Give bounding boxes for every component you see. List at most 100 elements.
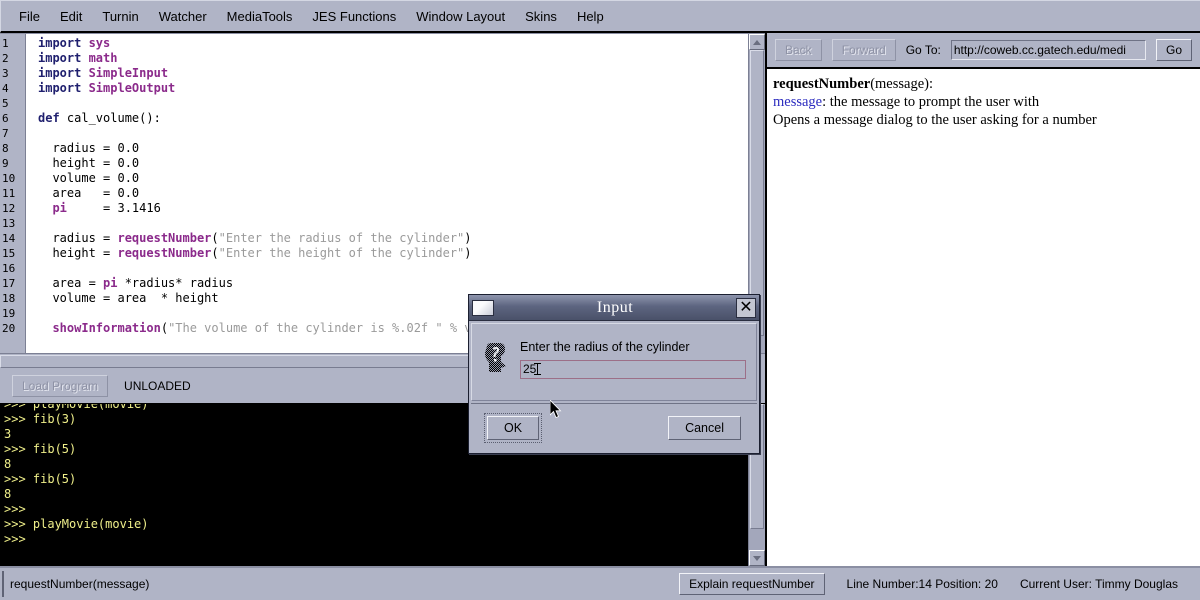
question-icon — [482, 342, 510, 374]
line-number: 6 — [2, 112, 9, 125]
code-token: pi — [38, 201, 67, 215]
code-token: volume = 0.0 — [38, 171, 140, 185]
code-line: import math — [38, 51, 748, 66]
code-line: import SimpleOutput — [38, 81, 748, 96]
console-line: 8 — [4, 457, 12, 471]
line-position-label: Line Number:14 Position: 20 — [846, 577, 998, 591]
code-line: import SimpleInput — [38, 66, 748, 81]
code-token: math — [88, 51, 118, 65]
line-number: 16 — [2, 262, 16, 275]
go-button[interactable]: Go — [1155, 39, 1192, 61]
dialog-fields: Enter the radius of the cylinder 25 — [520, 336, 746, 400]
code-line: height = 0.0 — [38, 156, 748, 171]
menu-item-skins[interactable]: Skins — [515, 6, 567, 27]
code-token: ( — [160, 321, 169, 335]
current-user-label: Current User: Timmy Douglas — [1019, 577, 1178, 591]
line-number-gutter: 1 2 3 4 5 6 7 8 9 10 11 12 13 14 15 16 17 18 19 20 — [0, 34, 26, 353]
menu-item-file[interactable]: File — [9, 6, 50, 27]
menu-item-edit[interactable]: Edit — [50, 6, 92, 27]
menu-item-watcher[interactable]: Watcher — [149, 6, 217, 27]
code-token: radius = — [38, 231, 118, 245]
code-token: "Enter the radius of the cylinder" — [218, 231, 465, 245]
jes-application-window: File Edit Turnin Watcher MediaTools JES … — [0, 0, 1200, 600]
menu-item-help[interactable]: Help — [567, 6, 614, 27]
code-line: height = requestNumber("Enter the height… — [38, 246, 748, 261]
code-token: import — [38, 66, 89, 80]
dialog-prompt: Enter the radius of the cylinder — [520, 340, 690, 354]
line-number: 19 — [2, 307, 16, 320]
line-number: 14 — [2, 232, 16, 245]
code-token: SimpleInput — [88, 66, 169, 80]
code-token: ( — [211, 231, 219, 245]
code-token: ) — [464, 246, 472, 260]
scroll-down-arrow-icon[interactable] — [749, 550, 765, 566]
help-toolbar: Back Forward Go To: http://coweb.cc.gate… — [767, 33, 1200, 69]
code-token: radius = 0.0 — [38, 141, 140, 155]
dialog-body: Enter the radius of the cylinder 25 — [471, 323, 757, 401]
menu-item-turnin[interactable]: Turnin — [92, 6, 148, 27]
code-token: def — [38, 111, 67, 125]
line-number: 9 — [2, 157, 9, 170]
help-document: requestNumber(message): message: the mes… — [767, 69, 1200, 566]
code-line: radius = requestNumber("Enter the radius… — [38, 231, 748, 246]
code-token: = 3.1416 — [66, 201, 161, 215]
line-number: 10 — [2, 172, 16, 185]
code-line: area = 0.0 — [38, 186, 748, 201]
help-pane: Back Forward Go To: http://coweb.cc.gate… — [765, 33, 1200, 566]
line-number: 15 — [2, 247, 16, 260]
explain-function-button[interactable]: Explain requestNumber — [679, 573, 825, 595]
url-input[interactable]: http://coweb.cc.gatech.edu/medi — [950, 40, 1146, 60]
help-description: Opens a message dialog to the user askin… — [773, 112, 1097, 128]
code-token: "Enter the height of the cylinder" — [218, 246, 465, 260]
console-line: >>> — [4, 502, 26, 516]
help-parameter-line: message: the message to prompt the user … — [773, 93, 1194, 111]
menu-item-mediatools[interactable]: MediaTools — [217, 6, 303, 27]
line-number: 17 — [2, 277, 16, 290]
code-token: sys — [88, 36, 111, 50]
code-line: area = pi *radius* radius — [38, 276, 748, 291]
line-number: 4 — [2, 82, 9, 95]
text-caret-icon — [534, 363, 542, 375]
code-line: def cal_volume(): — [38, 111, 748, 126]
code-token: requestNumber — [117, 231, 212, 245]
code-token: area = — [38, 276, 104, 290]
line-number: 20 — [2, 322, 16, 335]
line-number: 13 — [2, 217, 16, 230]
line-number: 5 — [2, 97, 9, 110]
back-button[interactable]: Back — [775, 39, 822, 61]
dialog-input-field[interactable]: 25 — [520, 360, 746, 379]
code-token: height = 0.0 — [38, 156, 140, 170]
line-number: 1 — [2, 37, 9, 50]
load-program-button[interactable]: Load Program — [12, 375, 109, 397]
code-token: import — [38, 36, 89, 50]
console-line: >>> fib(5) — [4, 472, 77, 486]
ok-button[interactable]: OK — [483, 412, 543, 443]
code-token: showInformation — [38, 321, 161, 335]
dialog-title-bar[interactable]: Input ✕ — [469, 295, 759, 321]
menu-item-jes-functions[interactable]: JES Functions — [302, 6, 406, 27]
line-number: 3 — [2, 67, 9, 80]
program-status-label: UNLOADED — [124, 379, 191, 393]
goto-label: Go To: — [905, 43, 941, 57]
console-line: >>> playMovie(movie) — [4, 517, 149, 531]
code-line: pi = 3.1416 — [38, 201, 748, 216]
help-signature-name: requestNumber — [773, 76, 871, 92]
close-icon[interactable]: ✕ — [736, 297, 756, 318]
code-token: height = — [38, 246, 118, 260]
menu-bar: File Edit Turnin Watcher MediaTools JES … — [0, 0, 1200, 33]
code-line: import sys — [38, 36, 748, 51]
line-number: 2 — [2, 52, 9, 65]
menu-item-window-layout[interactable]: Window Layout — [406, 6, 515, 27]
cancel-button[interactable]: Cancel — [668, 415, 741, 440]
code-token: ( — [211, 246, 219, 260]
help-parameter-desc: : the message to prompt the user with — [822, 94, 1040, 110]
code-token: *radius* radius — [117, 276, 234, 290]
line-number: 11 — [2, 187, 16, 200]
scroll-up-arrow-icon[interactable] — [749, 34, 765, 50]
line-number: 12 — [2, 202, 16, 215]
forward-button[interactable]: Forward — [831, 39, 896, 61]
code-token: requestNumber — [117, 246, 212, 260]
input-dialog[interactable]: Input ✕ Enter the radius of the cylinder… — [468, 294, 760, 454]
